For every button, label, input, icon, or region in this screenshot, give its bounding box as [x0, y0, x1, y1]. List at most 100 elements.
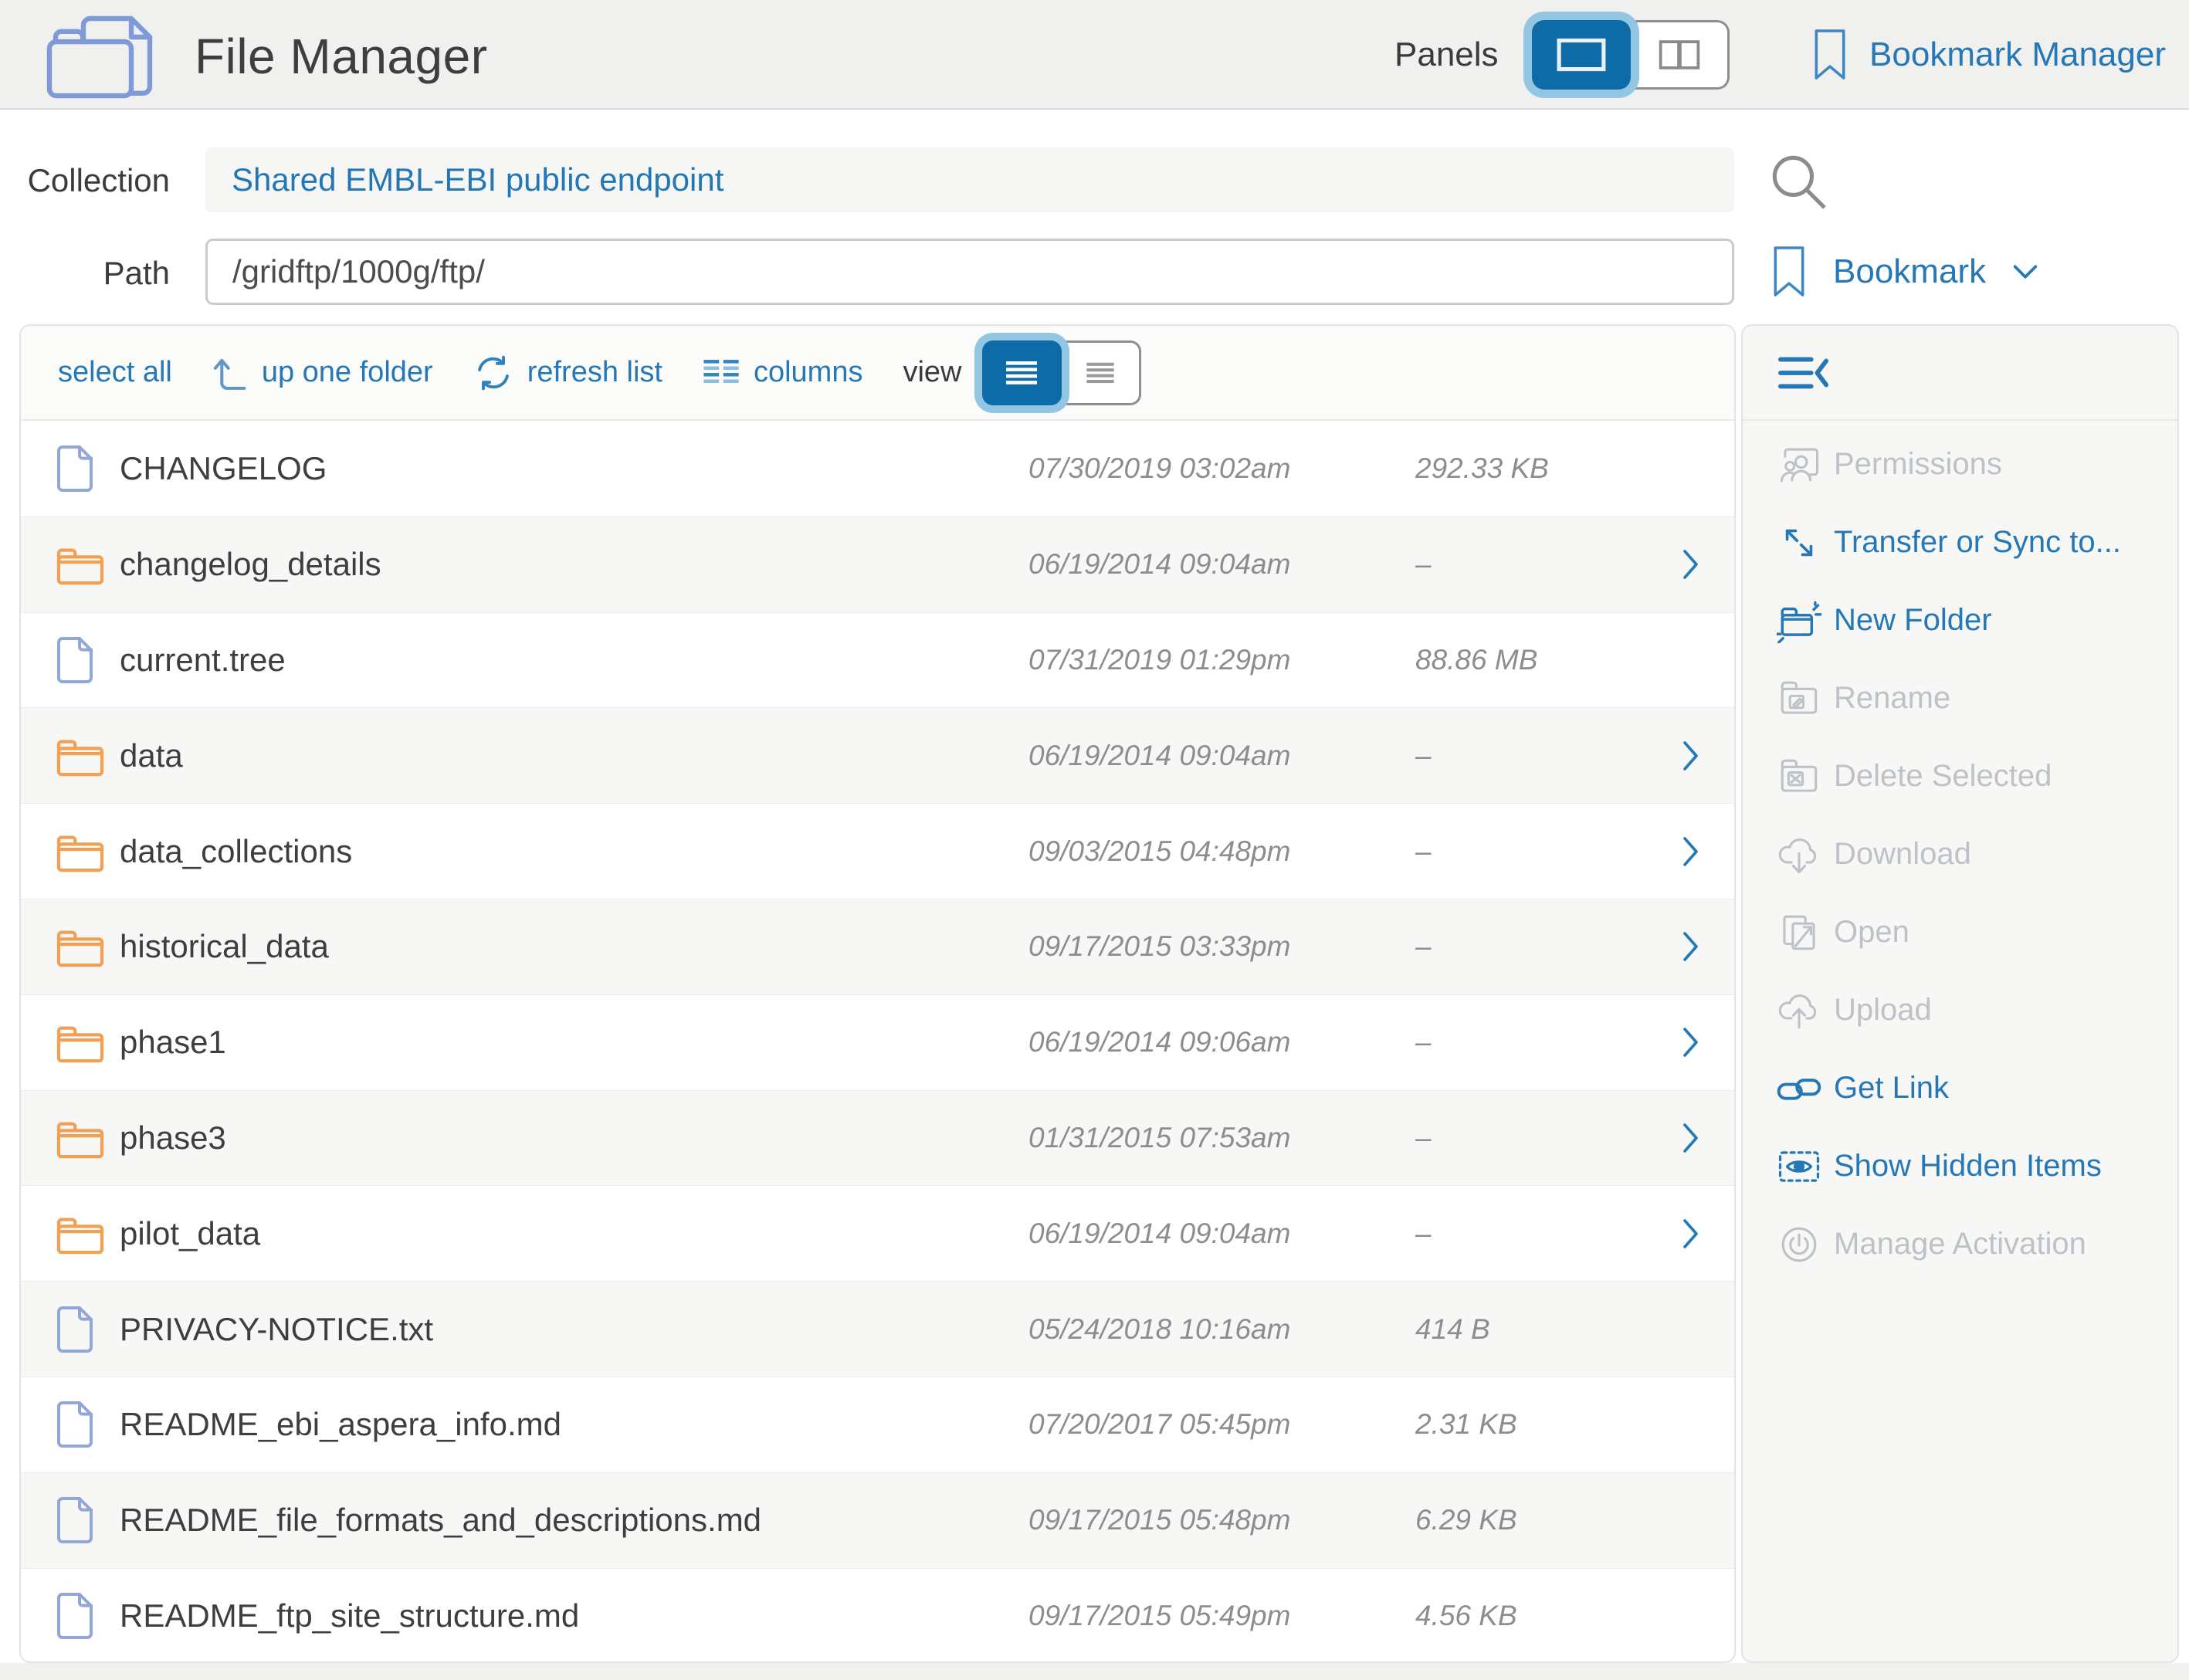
refresh-icon — [473, 353, 513, 393]
file-list-panel: select all up one folder refresh list co… — [19, 324, 1736, 1663]
chevron-right-icon[interactable] — [1682, 548, 1700, 581]
file-size: 88.86 MB — [1415, 644, 1537, 676]
file-name: README_ftp_site_structure.md — [120, 1597, 579, 1634]
bookmark-icon — [1771, 242, 1807, 301]
sidebar-item-manage-activation: Manage Activation — [1743, 1205, 2177, 1283]
folder-icon — [55, 829, 120, 874]
sidebar-item-transfer-or-sync[interactable]: Transfer or Sync to... — [1743, 503, 2177, 581]
file-date: 05/24/2018 10:16am — [1028, 1313, 1290, 1346]
bookmark-ribbon-icon — [1812, 26, 1848, 83]
file-row[interactable]: README_ebi_aspera_info.md 07/20/2017 05:… — [21, 1377, 1734, 1472]
sidebar-item-delete-selected: Delete Selected — [1743, 737, 2177, 815]
app-header: File Manager Panels Bookmark Manager — [0, 0, 2189, 110]
file-date: 09/17/2015 03:33pm — [1028, 930, 1290, 963]
file-size: – — [1415, 1026, 1432, 1058]
file-name: CHANGELOG — [120, 450, 327, 487]
file-name: data_collections — [120, 833, 352, 870]
file-row[interactable]: current.tree 07/31/2019 01:29pm 88.86 MB — [21, 612, 1734, 708]
file-size: 292.33 KB — [1415, 452, 1549, 485]
bookmark-button[interactable]: Bookmark — [1771, 242, 2038, 301]
eye-icon — [1777, 1144, 1821, 1189]
sidebar-actions: Permissions Transfer or Sync to... New F… — [1743, 421, 2177, 1283]
file-size: 6.29 KB — [1415, 1504, 1517, 1536]
chevron-right-icon[interactable] — [1682, 930, 1700, 963]
bookmark-label: Bookmark — [1833, 252, 1986, 291]
folder-icon — [55, 733, 120, 778]
file-date: 06/19/2014 09:04am — [1028, 548, 1290, 581]
file-name: README_ebi_aspera_info.md — [120, 1406, 561, 1443]
folder-row[interactable]: data_collections 09/03/2015 04:48pm – — [21, 803, 1734, 899]
panels-toggle — [1532, 20, 1730, 90]
bookmark-manager-label: Bookmark Manager — [1869, 36, 2166, 74]
refresh-list-button[interactable]: refresh list — [473, 353, 662, 393]
file-row[interactable]: README_ftp_site_structure.md 09/17/2015 … — [21, 1568, 1734, 1663]
cloud-upload-icon — [1777, 988, 1821, 1033]
view-list-button[interactable] — [982, 340, 1062, 405]
file-name: pilot_data — [120, 1215, 260, 1252]
file-date: 07/30/2019 03:02am — [1028, 452, 1290, 485]
sidebar-item-show-hidden-items[interactable]: Show Hidden Items — [1743, 1127, 2177, 1205]
folder-icon — [55, 924, 120, 969]
file-icon — [55, 443, 120, 494]
file-size: 2.31 KB — [1415, 1408, 1517, 1441]
folder-row[interactable]: phase1 06/19/2014 09:06am – — [21, 994, 1734, 1090]
sidebar-item-permissions: Permissions — [1743, 425, 2177, 503]
file-icon — [55, 635, 120, 686]
power-icon — [1777, 1222, 1821, 1267]
file-date: 07/20/2017 05:45pm — [1028, 1408, 1290, 1441]
folder-icon — [55, 1020, 120, 1065]
file-icon — [55, 1495, 120, 1546]
file-name: current.tree — [120, 642, 286, 679]
path-input[interactable] — [205, 239, 1734, 305]
actions-sidebar: Permissions Transfer or Sync to... New F… — [1741, 324, 2179, 1663]
file-list: CHANGELOG 07/30/2019 03:02am 292.33 KB c… — [21, 421, 1734, 1663]
panels-dual-button[interactable] — [1631, 20, 1730, 90]
bookmark-manager-link[interactable]: Bookmark Manager — [1812, 26, 2166, 83]
view-condensed-button[interactable] — [1062, 340, 1141, 405]
panels-label: Panels — [1394, 36, 1499, 74]
folder-row[interactable]: phase3 01/31/2015 07:53am – — [21, 1090, 1734, 1186]
chevron-right-icon[interactable] — [1682, 1122, 1700, 1154]
condensed-view-icon — [1085, 361, 1116, 384]
select-all-button[interactable]: select all — [58, 356, 172, 389]
permissions-icon — [1777, 442, 1821, 487]
file-date: 06/19/2014 09:04am — [1028, 740, 1290, 772]
chevron-right-icon[interactable] — [1682, 1218, 1700, 1250]
panels-single-button[interactable] — [1532, 20, 1631, 90]
rename-icon — [1777, 676, 1821, 721]
chevron-down-icon — [2012, 264, 2038, 279]
file-name: phase1 — [120, 1024, 226, 1061]
new-folder-icon — [1777, 598, 1821, 643]
chevron-right-icon[interactable] — [1682, 1026, 1700, 1058]
up-one-folder-button[interactable]: up one folder — [212, 354, 433, 392]
folder-row[interactable]: pilot_data 06/19/2014 09:04am – — [21, 1185, 1734, 1281]
single-pane-icon — [1556, 37, 1607, 73]
file-row[interactable]: PRIVACY-NOTICE.txt 05/24/2018 10:16am 41… — [21, 1281, 1734, 1377]
folder-row[interactable]: historical_data 09/17/2015 03:33pm – — [21, 899, 1734, 994]
file-row[interactable]: CHANGELOG 07/30/2019 03:02am 292.33 KB — [21, 421, 1734, 517]
chevron-right-icon[interactable] — [1682, 835, 1700, 868]
folder-icon — [55, 1211, 120, 1256]
delete-icon — [1777, 754, 1821, 799]
sidebar-item-get-link[interactable]: Get Link — [1743, 1049, 2177, 1127]
folder-row[interactable]: changelog_details 06/19/2014 09:04am – — [21, 517, 1734, 612]
file-row[interactable]: README_file_formats_and_descriptions.md … — [21, 1472, 1734, 1568]
columns-button[interactable]: columns — [703, 356, 863, 389]
file-date: 09/17/2015 05:49pm — [1028, 1600, 1290, 1632]
chevron-right-icon[interactable] — [1682, 740, 1700, 772]
sidebar-item-open: Open — [1743, 893, 2177, 971]
file-date: 06/19/2014 09:04am — [1028, 1218, 1290, 1250]
file-icon — [55, 1590, 120, 1641]
file-name: changelog_details — [120, 546, 381, 583]
file-name: PRIVACY-NOTICE.txt — [120, 1311, 433, 1348]
up-one-folder-icon — [212, 354, 248, 392]
sidebar-item-new-folder[interactable]: New Folder — [1743, 581, 2177, 659]
view-toggle — [982, 340, 1141, 405]
collapse-panel-icon[interactable] — [1778, 354, 1829, 391]
collection-label: Collection — [0, 162, 170, 199]
dual-pane-icon — [1656, 39, 1703, 71]
search-icon[interactable] — [1770, 153, 1828, 212]
folder-row[interactable]: data 06/19/2014 09:04am – — [21, 707, 1734, 803]
collection-field[interactable]: Shared EMBL-EBI public endpoint — [205, 147, 1734, 212]
file-date: 09/03/2015 04:48pm — [1028, 835, 1290, 868]
